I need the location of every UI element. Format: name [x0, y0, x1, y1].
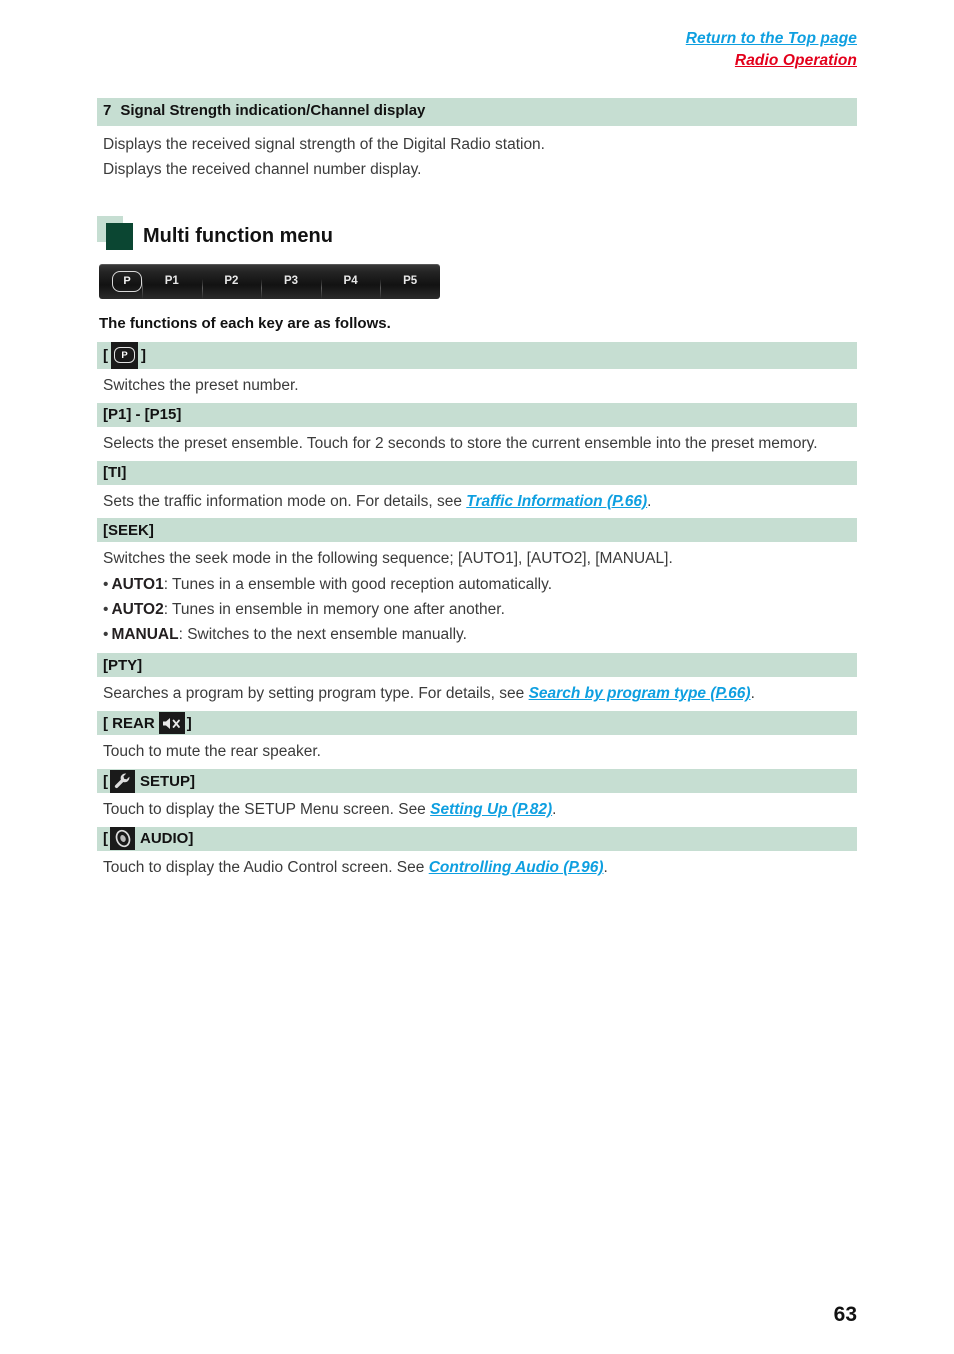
radio-operation-link[interactable]: Radio Operation [686, 50, 857, 72]
preset-toggle-key[interactable]: P [112, 270, 142, 292]
section-7-header: 7 Signal Strength indication/Channel dis… [97, 98, 857, 126]
key-desc-pty-text: Searches a program by setting program ty… [103, 685, 529, 703]
seek-mode-manual-text: : Switches to the next ensemble manually… [178, 626, 467, 644]
device-preset-bar: P P1 P2 P3 P4 P5 [99, 263, 440, 300]
seek-mode-auto1-text: : Tunes in a ensemble with good receptio… [163, 576, 552, 594]
key-row-seek-header: [SEEK] [97, 518, 857, 543]
key-desc-seek: Switches the seek mode in the following … [103, 550, 673, 568]
seek-mode-auto1: AUTO1 [111, 576, 164, 594]
bracket-open: [ [103, 714, 108, 732]
audio-knob-icon [110, 827, 135, 851]
key-row-ti-header: [TI] [97, 460, 857, 485]
multi-function-menu-heading: Multi function menu [97, 215, 857, 250]
seek-bullet-manual: • MANUAL: Switches to the next ensemble m… [97, 622, 857, 647]
key-desc-ti: Sets the traffic information mode on. Fo… [97, 485, 857, 519]
key-desc-ti-text: Sets the traffic information mode on. Fo… [103, 492, 467, 510]
key-label-ti: [TI] [103, 464, 127, 482]
page-header: Return to the Top page Radio Operation [686, 28, 857, 73]
key-label-p1-p15: [P1] - [P15] [103, 406, 182, 424]
key-label-pty: [PTY] [103, 656, 143, 674]
key-label-seek: [SEEK] [103, 521, 154, 539]
seek-mode-manual: MANUAL [111, 626, 179, 644]
key-row-p1-p15-header: [P1] - [P15] [97, 402, 857, 427]
return-to-top-link[interactable]: Return to the Top page [686, 28, 857, 50]
preset-p-icon-label: P [114, 347, 135, 364]
key-desc-pty: Searches a program by setting program ty… [97, 677, 857, 711]
preset-key-p3[interactable]: P3 [261, 275, 321, 300]
key-label-rear: REAR [112, 714, 155, 732]
document-content: 7 Signal Strength indication/Channel dis… [97, 98, 857, 885]
link-traffic-information[interactable]: Traffic Information (P.66) [466, 493, 647, 510]
multi-function-menu-title: Multi function menu [143, 224, 333, 247]
key-row-audio-header: [ AUDIO] [97, 826, 857, 851]
section-7-line-1: Displays the received signal strength of… [103, 135, 545, 153]
link-search-by-program-type[interactable]: Search by program type (P.66) [529, 685, 751, 702]
preset-key-p5[interactable]: P5 [380, 275, 440, 300]
bracket-close: ] [141, 346, 146, 364]
section-7-number: 7 [103, 102, 112, 119]
key-desc-audio-period: . [603, 858, 608, 876]
seek-bullet-auto1: • AUTO1: Tunes in a ensemble with good re… [97, 572, 857, 597]
bracket-open: [ [103, 772, 108, 790]
preset-key-p1[interactable]: P1 [142, 275, 202, 300]
preset-key-p4[interactable]: P4 [320, 275, 381, 300]
bullet-mark: • [103, 576, 109, 594]
preset-p-icon: P [111, 341, 138, 369]
key-desc-pty-period: . [750, 685, 755, 703]
key-desc-setup: Touch to display the SETUP Menu screen. … [97, 793, 857, 827]
bracket-open: [ [103, 830, 108, 848]
section-7-line-2: Displays the received channel number dis… [103, 160, 422, 178]
key-desc-preset: Switches the preset number. [103, 376, 299, 394]
bullet-mark: • [103, 626, 109, 644]
seek-mode-auto2-text: : Tunes in ensemble in memory one after … [163, 601, 505, 619]
key-row-rear-header: [ REAR ] [97, 711, 857, 736]
seek-bullet-auto2: • AUTO2: Tunes in ensemble in memory one … [97, 597, 857, 622]
bullet-mark: • [103, 601, 109, 619]
bracket-open: [ [103, 346, 108, 364]
bracket-close: ] [186, 714, 192, 732]
key-functions-intro: The functions of each key are as follows… [99, 314, 391, 332]
key-row-setup-header: [ SETUP] [97, 769, 857, 794]
wrench-icon [110, 769, 135, 793]
link-setting-up[interactable]: Setting Up (P.82) [430, 801, 552, 818]
key-desc-rear: Touch to mute the rear speaker. [103, 743, 321, 761]
key-desc-audio-text: Touch to display the Audio Control scree… [103, 858, 429, 876]
key-desc-audio: Touch to display the Audio Control scree… [97, 851, 857, 885]
key-desc-ti-period: . [647, 492, 652, 510]
key-label-audio: AUDIO] [140, 830, 194, 848]
page-number: 63 [833, 1303, 857, 1326]
key-row-pty-header: [PTY] [97, 653, 857, 678]
key-desc-setup-text: Touch to display the SETUP Menu screen. … [103, 801, 431, 819]
key-label-setup: SETUP] [140, 772, 196, 790]
section-7-title: Signal Strength indication/Channel displ… [120, 102, 426, 119]
key-desc-setup-period: . [552, 801, 557, 819]
seek-mode-auto2: AUTO2 [111, 601, 164, 619]
key-desc-p1-p15: Selects the preset ensemble. Touch for 2… [103, 434, 818, 452]
speaker-mute-icon [158, 712, 185, 735]
key-row-preset-header: [ P ] [97, 341, 857, 369]
section-marker-icon [97, 215, 141, 250]
preset-key-p2[interactable]: P2 [201, 275, 262, 300]
link-controlling-audio[interactable]: Controlling Audio (P.96) [429, 859, 604, 876]
